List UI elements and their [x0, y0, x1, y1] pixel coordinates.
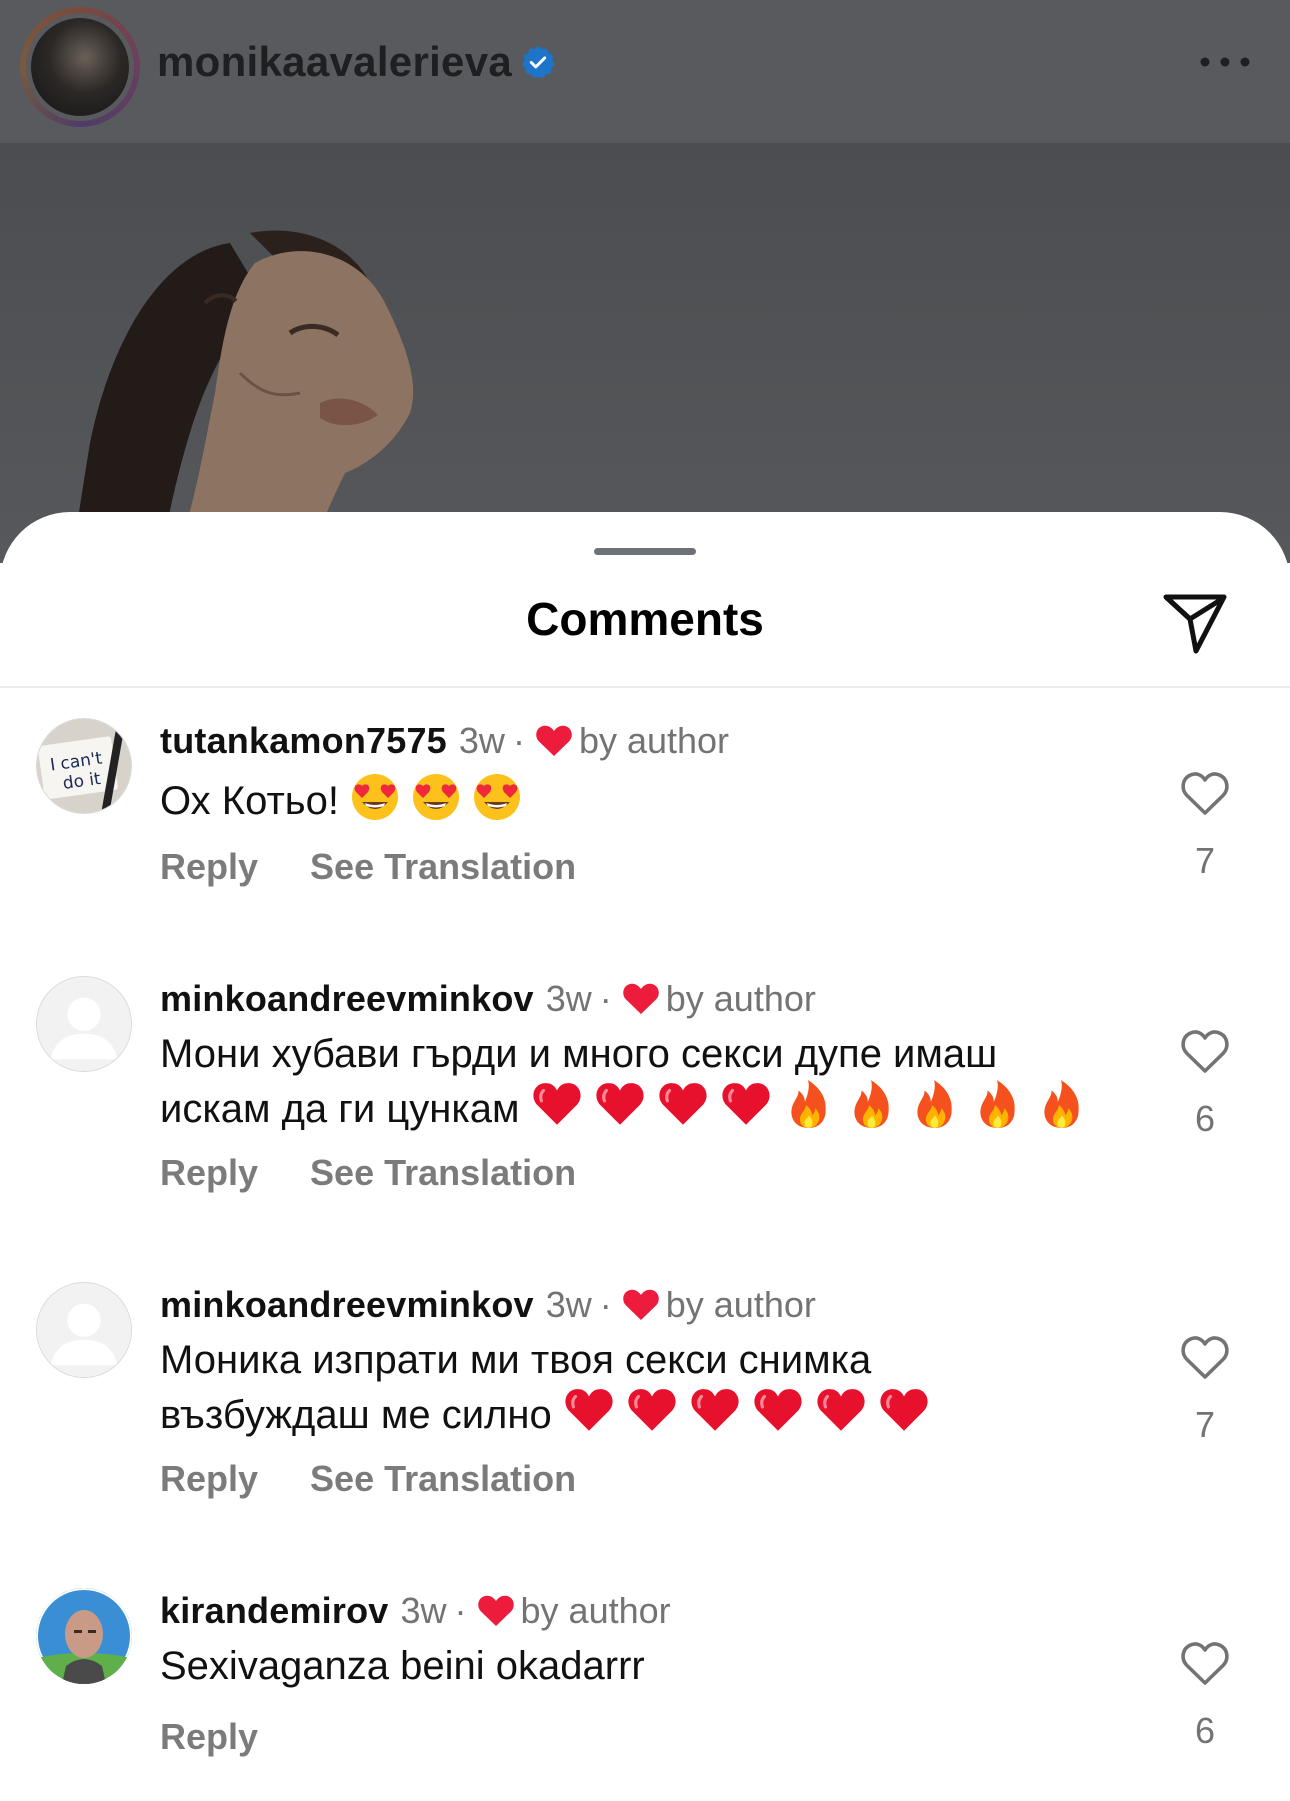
fire-emoji-icon	[1036, 1078, 1088, 1130]
like-count: 6	[1194, 1710, 1216, 1751]
comment-text-line2: искам да ги цункам	[160, 1087, 520, 1131]
heart-outline-icon[interactable]	[1180, 1028, 1230, 1074]
liked-by-author-heart-icon	[477, 1594, 515, 1628]
paper-plane-icon[interactable]	[1160, 589, 1230, 657]
like-count: 6	[1194, 1098, 1216, 1139]
by-author-label: by author	[578, 720, 730, 761]
red-heart-emoji-icon	[815, 1384, 867, 1436]
liked-by-author-heart-icon	[535, 724, 573, 758]
comment-text: Мони хубави гърди и много секси дупе има…	[160, 1030, 1120, 1133]
red-heart-emoji-icon	[563, 1384, 615, 1436]
sheet-title: Comments	[526, 593, 764, 645]
comment-text-line2-wrap: искам да ги цункам	[160, 1078, 1120, 1133]
sheet-grabber[interactable]	[594, 548, 696, 555]
red-heart-emoji-icon	[594, 1078, 646, 1130]
red-heart-emoji-icon	[626, 1384, 678, 1436]
default-avatar-icon[interactable]	[36, 1282, 132, 1378]
comment-text-line1: Мони хубави гърди и много секси дупе има…	[160, 1032, 998, 1076]
see-translation-button[interactable]: See Translation	[310, 846, 576, 888]
separator-dot: ·	[599, 978, 612, 1019]
liked-by-author-heart-icon	[622, 982, 660, 1016]
comment-header: kirandemirov 3w · by author	[160, 1590, 671, 1632]
comment-text: Ох Котьо!	[160, 772, 1120, 825]
reply-button[interactable]: Reply	[160, 846, 258, 888]
comment-username[interactable]: minkoandreevminkov	[160, 978, 534, 1020]
post-username[interactable]: monikaavalerieva	[157, 38, 512, 86]
comment-text-content: Sexivaganza beini okadarrr	[160, 1644, 645, 1688]
fire-emoji-icon	[909, 1078, 961, 1130]
like-count: 7	[1194, 840, 1216, 881]
comment-header: minkoandreevminkov 3w · by author	[160, 978, 816, 1020]
comment-item: minkoandreevminkov 3w · by author Моника…	[0, 1282, 1290, 1522]
fire-emoji-icon	[783, 1078, 835, 1130]
heart-outline-icon[interactable]	[1180, 770, 1230, 816]
default-avatar-icon[interactable]	[36, 976, 132, 1072]
red-heart-emoji-icon	[878, 1384, 930, 1436]
heart-outline-icon[interactable]	[1180, 1640, 1230, 1686]
fire-emoji-icon	[846, 1078, 898, 1130]
heart-eyes-emoji-icon	[411, 772, 461, 822]
comment-item: kirandemirov 3w · by author Sexivaganza …	[0, 1588, 1290, 1788]
red-heart-emoji-icon	[657, 1078, 709, 1130]
red-heart-emoji-icon	[720, 1078, 772, 1130]
heart-eyes-emoji-icon	[350, 772, 400, 822]
comment-text-content: Ох Котьо!	[160, 779, 339, 823]
see-translation-button[interactable]: See Translation	[310, 1152, 576, 1194]
red-heart-emoji-icon	[752, 1384, 804, 1436]
comment-text: Моника изпрати ми твоя секси снимка възб…	[160, 1336, 1120, 1439]
divider	[0, 686, 1290, 688]
comment-actions: Reply See Translation	[160, 1458, 576, 1500]
comment-actions: Reply	[160, 1716, 258, 1758]
comment-item: minkoandreevminkov 3w · by author Мони х…	[0, 976, 1290, 1216]
red-heart-emoji-icon	[689, 1384, 741, 1436]
comment-username[interactable]: kirandemirov	[160, 1590, 389, 1632]
separator-dot: ·	[454, 1590, 467, 1631]
liked-by-author-heart-icon	[622, 1288, 660, 1322]
reply-button[interactable]: Reply	[160, 1716, 258, 1758]
verified-badge-icon	[521, 45, 556, 79]
comment-header: minkoandreevminkov 3w · by author	[160, 1284, 816, 1326]
comment-item: I can't do it tutankamon7575 3w · by aut…	[0, 718, 1290, 918]
comment-time: 3w	[545, 1284, 592, 1325]
like-count: 7	[1194, 1404, 1216, 1445]
comment-text: Sexivaganza beini okadarrr	[160, 1642, 1120, 1690]
comments-sheet: Comments I can't do it tutankamon7575 3w…	[0, 512, 1290, 1801]
comment-text-line1: Моника изпрати ми твоя секси снимка	[160, 1338, 872, 1382]
comment-time: 3w	[400, 1590, 447, 1631]
heart-eyes-emoji-icon	[472, 772, 522, 822]
post-header: monikaavalerieva	[0, 0, 1290, 143]
separator-dot: ·	[599, 1284, 612, 1325]
separator-dot: ·	[512, 720, 525, 761]
more-horizontal-icon[interactable]	[1195, 44, 1255, 80]
comment-time: 3w	[545, 978, 592, 1019]
sign-note-avatar-icon: I can't do it	[37, 719, 131, 813]
comment-actions: Reply See Translation	[160, 1152, 576, 1194]
reply-button[interactable]: Reply	[160, 1152, 258, 1194]
by-author-label: by author	[520, 1590, 671, 1631]
post-image	[0, 143, 1290, 563]
by-author-label: by author	[665, 1284, 816, 1325]
comment-text-line2-wrap: възбуждаш ме силно	[160, 1384, 1120, 1439]
red-heart-emoji-icon	[531, 1078, 583, 1130]
commenter-avatar[interactable]	[36, 1588, 132, 1684]
profile-avatar	[31, 18, 129, 116]
fire-emoji-icon	[972, 1078, 1024, 1130]
reply-button[interactable]: Reply	[160, 1458, 258, 1500]
comment-time: 3w	[458, 720, 505, 761]
photo-avatar-icon	[36, 1588, 132, 1684]
commenter-avatar[interactable]: I can't do it	[36, 718, 132, 814]
comment-text-line2: възбуждаш ме силно	[160, 1393, 552, 1437]
heart-outline-icon[interactable]	[1180, 1334, 1230, 1380]
by-author-label: by author	[665, 978, 816, 1019]
see-translation-button[interactable]: See Translation	[310, 1458, 576, 1500]
story-ring-avatar[interactable]	[20, 7, 140, 127]
comment-actions: Reply See Translation	[160, 846, 576, 888]
comment-username[interactable]: minkoandreevminkov	[160, 1284, 534, 1326]
comment-header: tutankamon7575 3w · by author	[160, 720, 729, 762]
comment-username[interactable]: tutankamon7575	[160, 720, 447, 762]
